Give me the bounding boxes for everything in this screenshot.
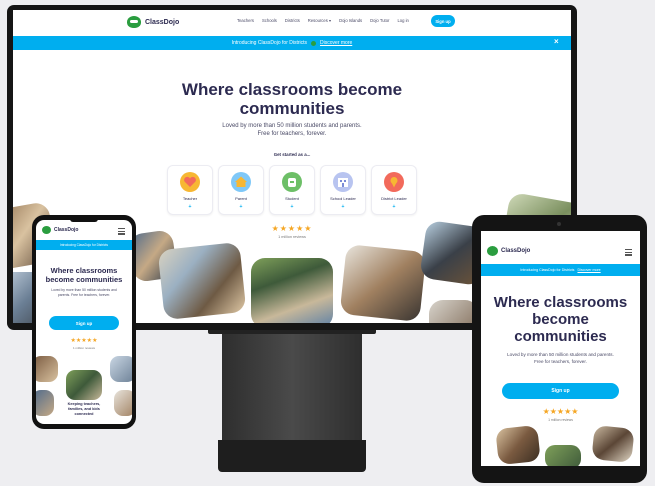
monitor-stand <box>222 330 362 440</box>
plus-icon: + <box>290 204 294 210</box>
role-label: Student <box>285 196 299 201</box>
role-card-parent[interactable]: Parent + <box>218 165 264 215</box>
dojo-monster-icon <box>42 226 51 234</box>
classroom-photo <box>157 241 247 321</box>
tablet-banner-link[interactable]: Discover more <box>577 268 600 272</box>
classroom-photo <box>495 424 541 466</box>
phone-caption: Keeping teachers, families, and kids con… <box>67 402 101 416</box>
classroom-photo <box>36 356 58 382</box>
classroom-photo <box>114 390 132 416</box>
menu-icon[interactable] <box>625 249 632 256</box>
nav-links: Teachers Schools Districts Resources ▾ D… <box>237 18 409 23</box>
house-icon <box>231 172 251 192</box>
tablet-banner: Introducing ClassDojo for Districts Disc… <box>481 264 640 276</box>
backpack-icon <box>282 172 302 192</box>
classroom-photo <box>545 445 581 466</box>
hero-subtitle: Loved by more than 50 million students a… <box>222 123 362 137</box>
dojo-monster-icon <box>127 16 141 28</box>
phone-banner[interactable]: Introducing ClassDojo for Districts <box>36 240 132 250</box>
menu-icon[interactable] <box>118 228 125 235</box>
role-label: Parent <box>235 196 247 201</box>
nav-link-districts[interactable]: Districts <box>285 18 300 23</box>
logo-text: ClassDojo <box>145 18 180 26</box>
role-card-student[interactable]: Student + <box>269 165 315 215</box>
role-card-school-leader[interactable]: School Leader + <box>320 165 366 215</box>
banner-link[interactable]: Discover more <box>320 40 352 46</box>
role-card-district-leader[interactable]: District Leader + <box>371 165 417 215</box>
tablet-hero-subtitle: Loved by more than 50 million students a… <box>507 352 614 364</box>
banner-dot-icon <box>311 40 317 46</box>
phone-logo[interactable]: ClassDojo <box>42 226 78 234</box>
heart-icon <box>180 172 200 192</box>
nav-link-resources[interactable]: Resources ▾ <box>308 18 331 23</box>
phone-notch <box>70 218 98 222</box>
pin-icon <box>384 172 404 192</box>
tablet-screen: ClassDojo Introducing ClassDojo for Dist… <box>481 231 640 466</box>
classroom-photo <box>110 356 132 382</box>
role-card-teacher[interactable]: Teacher + <box>167 165 213 215</box>
building-icon <box>333 172 353 192</box>
close-icon[interactable]: × <box>554 37 559 46</box>
tablet-hero-title: Where classrooms become communities <box>493 294 628 345</box>
phone-screen: ClassDojo Introducing ClassDojo for Dist… <box>36 220 132 424</box>
classroom-photo <box>36 390 54 416</box>
nav-link-login[interactable]: Log in <box>397 18 408 23</box>
camera-icon <box>557 222 561 226</box>
dojo-monster-icon <box>487 246 498 256</box>
plus-icon: + <box>188 204 192 210</box>
tablet-review-count: 1 million reviews <box>548 418 573 422</box>
plus-icon: + <box>239 204 243 210</box>
nav-link-dojo-islands[interactable]: Dojo Islands <box>339 18 362 23</box>
phone-hero-subtitle: Loved by more than 50 million students a… <box>51 288 117 297</box>
classroom-photo <box>591 425 635 463</box>
tablet-signup-button[interactable]: Sign up <box>502 383 619 399</box>
hero-title: Where classrooms become communities <box>181 80 403 118</box>
get-started-label: Get started as a... <box>273 152 311 157</box>
nav-link-dojo-tutor[interactable]: Dojo Tutor <box>370 18 389 23</box>
nav-link-teachers[interactable]: Teachers <box>237 18 254 23</box>
classroom-photo <box>251 258 333 323</box>
role-label: District Leader <box>381 196 407 201</box>
phone-star-rating: ★★★★★ <box>70 338 98 344</box>
classdojo-logo[interactable]: ClassDojo <box>127 16 179 28</box>
monitor-stand-base <box>218 440 366 472</box>
plus-icon: + <box>392 204 396 210</box>
signup-button[interactable]: Sign up <box>431 15 455 27</box>
classroom-photo <box>66 370 102 400</box>
banner-text: Introducing ClassDojo for Districts <box>231 40 308 46</box>
phone-hero-title: Where classrooms become communities <box>45 266 123 284</box>
nav-link-schools[interactable]: Schools <box>262 18 277 23</box>
classroom-photo <box>339 244 427 322</box>
plus-icon: + <box>341 204 345 210</box>
tablet-star-rating: ★★★★★ <box>542 407 579 416</box>
role-label: School Leader <box>330 196 356 201</box>
role-label: Teacher <box>182 196 198 201</box>
phone-signup-button[interactable]: Sign up <box>49 316 119 330</box>
announcement-banner: Introducing ClassDojo for Districts Disc… <box>13 36 571 50</box>
tablet-logo[interactable]: ClassDojo <box>487 246 530 256</box>
phone-review-count: 1 million reviews <box>72 346 95 350</box>
top-nav: ClassDojo Teachers Schools Districts Res… <box>13 10 571 34</box>
